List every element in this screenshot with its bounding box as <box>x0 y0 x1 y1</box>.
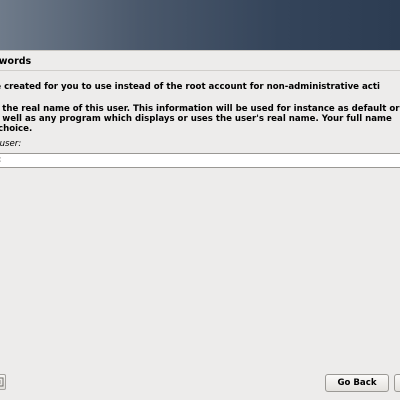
instruction-line-2: s user as well as any program which disp… <box>0 114 392 124</box>
go-back-button[interactable]: Go Back <box>325 374 389 392</box>
header-banner <box>0 0 400 50</box>
page-title: s and passwords <box>0 56 32 67</box>
installer-window: s and passwords unt will be created for … <box>0 0 400 400</box>
continue-button[interactable] <box>394 374 400 392</box>
screenshot-button[interactable] <box>0 374 6 390</box>
description-paragraph: unt will be created for you to use inste… <box>0 82 380 92</box>
full-name-value: akovic <box>0 155 1 166</box>
full-name-input[interactable] <box>0 153 400 168</box>
title-divider <box>0 70 400 71</box>
instruction-line-3: choice. <box>0 124 33 134</box>
banner-divider <box>0 50 400 51</box>
full-name-label: r the new user: <box>0 139 22 149</box>
instruction-line-1: r the real name of this user. This infor… <box>0 104 400 114</box>
screenshot-icon <box>0 377 4 387</box>
